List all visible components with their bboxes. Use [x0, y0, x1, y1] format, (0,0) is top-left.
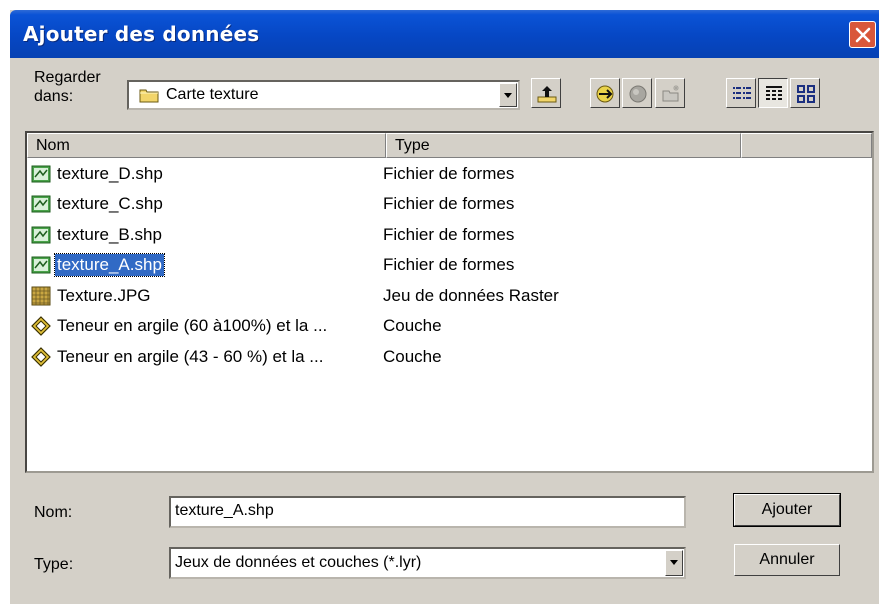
file-name: Teneur en argile (60 à100%) et la ...: [57, 316, 328, 335]
details-view-button[interactable]: [758, 78, 788, 108]
layer-icon: [31, 347, 51, 367]
close-icon: [855, 27, 871, 43]
list-item[interactable]: texture_C.shp Fichier de formes: [27, 191, 867, 221]
file-name: texture_A.shp: [54, 253, 165, 277]
details-view-icon: [766, 86, 782, 100]
look-in-value: Carte texture: [166, 86, 259, 103]
list-item[interactable]: texture_B.shp Fichier de formes: [27, 222, 867, 252]
look-in-dropdown-arrow[interactable]: [499, 83, 517, 107]
file-list[interactable]: Nom Type texture_D.shp Fichier de formes…: [25, 131, 874, 473]
thumbnails-view-icon: [797, 85, 815, 103]
connect-folder-button[interactable]: [590, 78, 620, 108]
file-type: Couche: [383, 347, 442, 366]
list-view-icon: [733, 87, 751, 99]
add-data-dialog: Ajouter des données Regarder dans: Carte…: [9, 10, 879, 604]
list-view-button[interactable]: [726, 78, 756, 108]
type-label: Type:: [34, 556, 74, 573]
file-name: Teneur en argile (43 - 60 %) et la ...: [57, 347, 324, 366]
file-name: texture_D.shp: [57, 164, 163, 183]
look-in-label: Regarder dans:: [34, 69, 101, 105]
add-button[interactable]: Ajouter: [733, 493, 841, 527]
title-bar[interactable]: Ajouter des données: [10, 10, 879, 58]
dialog-title: Ajouter des données: [23, 22, 260, 46]
list-item-selected[interactable]: texture_A.shp Fichier de formes: [27, 252, 867, 282]
file-name: texture_B.shp: [57, 225, 162, 244]
close-button[interactable]: [849, 21, 876, 48]
list-item[interactable]: Texture.JPG Jeu de données Raster: [27, 283, 867, 313]
raster-icon: [31, 286, 51, 306]
disconnect-folder-button[interactable]: [622, 78, 652, 108]
file-name: texture_C.shp: [57, 194, 163, 213]
file-type: Fichier de formes: [383, 164, 515, 183]
name-input-value: texture_A.shp: [175, 502, 274, 519]
shapefile-icon: [31, 195, 51, 213]
folder-icon: [139, 89, 159, 103]
list-item[interactable]: texture_D.shp Fichier de formes: [27, 161, 867, 191]
shapefile-icon: [31, 226, 51, 244]
folder-up-arrow-icon: [537, 86, 557, 103]
new-folder-button[interactable]: [655, 78, 685, 108]
file-type: Fichier de formes: [383, 255, 515, 274]
type-value: Jeux de données et couches (*.lyr): [175, 554, 422, 571]
file-type: Fichier de formes: [383, 225, 515, 244]
file-type: Fichier de formes: [383, 194, 515, 213]
list-item[interactable]: Teneur en argile (43 - 60 %) et la ... C…: [27, 344, 867, 374]
type-combobox[interactable]: Jeux de données et couches (*.lyr): [169, 547, 686, 579]
column-header-empty[interactable]: [741, 133, 872, 158]
new-folder-icon: [662, 85, 679, 102]
shapefile-icon: [31, 165, 51, 183]
file-name: Texture.JPG: [57, 286, 151, 305]
type-dropdown-arrow[interactable]: [665, 550, 683, 576]
connect-folder-icon: [596, 85, 614, 103]
column-header-type[interactable]: Type: [386, 133, 741, 158]
up-one-level-button[interactable]: [531, 78, 561, 108]
list-item[interactable]: Teneur en argile (60 à100%) et la ... Co…: [27, 313, 867, 343]
file-type: Jeu de données Raster: [383, 286, 559, 305]
look-in-combobox[interactable]: Carte texture: [127, 80, 520, 110]
disconnect-folder-icon: [629, 85, 647, 103]
layer-icon: [31, 316, 51, 336]
thumbnails-view-button[interactable]: [790, 78, 820, 108]
file-type: Couche: [383, 316, 442, 335]
shapefile-icon: [31, 256, 51, 274]
column-header-name[interactable]: Nom: [27, 133, 386, 158]
name-label: Nom:: [34, 504, 73, 521]
cancel-button[interactable]: Annuler: [734, 544, 840, 576]
name-input[interactable]: texture_A.shp: [169, 496, 686, 528]
